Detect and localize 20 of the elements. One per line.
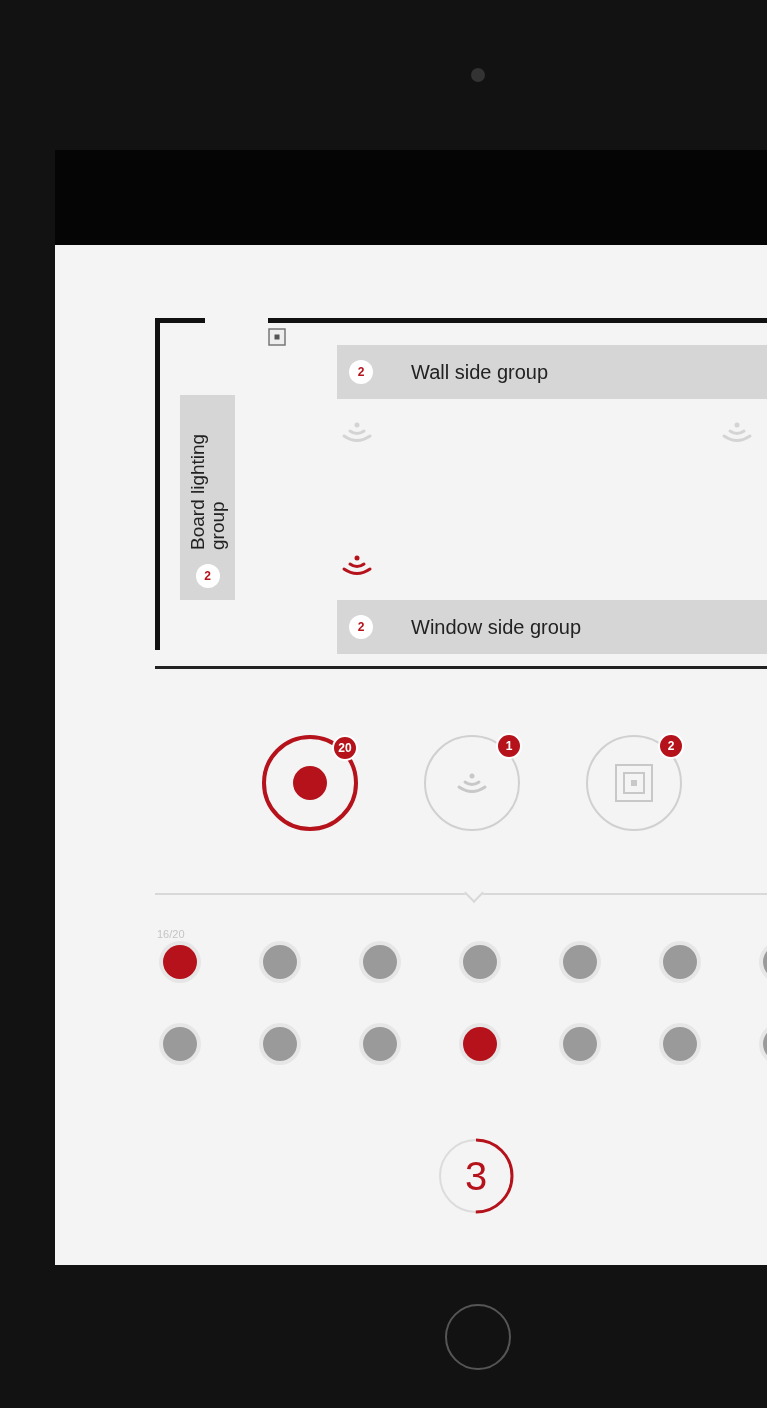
square-panel-icon	[614, 763, 654, 803]
count-badge: 2	[658, 733, 684, 759]
group-bar[interactable]: 2 Wall side group	[337, 345, 767, 399]
count-badge: 2	[195, 564, 220, 588]
group-bar[interactable]: 2 Board lighting group	[180, 395, 235, 600]
count-badge: 2	[349, 615, 373, 639]
step-number: 3	[464, 1153, 488, 1200]
category-button[interactable]: 2	[586, 735, 682, 831]
count-badge: 1	[496, 733, 522, 759]
group-label: Board lighting group	[187, 432, 228, 550]
home-button[interactable]	[444, 1303, 511, 1370]
square-icon[interactable]	[268, 328, 286, 346]
group-label: Window side group	[411, 615, 582, 640]
count-badge: 20	[332, 735, 358, 761]
group-bar[interactable]: 2 Window side group	[337, 600, 767, 654]
camera-icon	[470, 68, 485, 82]
count-badge: 2	[349, 360, 373, 384]
category-button[interactable]: 20	[262, 735, 358, 831]
group-label: Wall side group	[411, 360, 549, 385]
category-button[interactable]: 1	[424, 735, 520, 831]
